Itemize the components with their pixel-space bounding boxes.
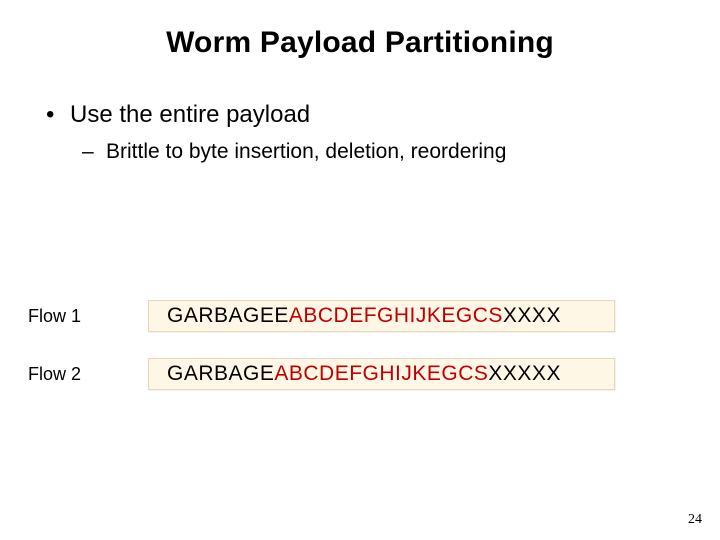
flow-label: Flow 1: [28, 306, 148, 327]
flow-bar: GARBAGEABCDEFGHIJKEGCSXXXXX: [148, 358, 615, 390]
flow-core-text: ABCDEFGHIJKEGCS: [274, 362, 488, 385]
slide-title: Worm Payload Partitioning: [0, 0, 720, 60]
slide: Worm Payload Partitioning Use the entire…: [0, 0, 720, 540]
flow-label: Flow 2: [28, 364, 148, 385]
bullet-list-level1: Use the entire payload Brittle to byte i…: [28, 100, 692, 165]
flow-bar: GARBAGEEABCDEFGHIJKEGCSXXXX: [148, 300, 615, 332]
bullet-level2-item: Brittle to byte insertion, deletion, reo…: [106, 138, 692, 165]
bullet-text: Use the entire payload: [70, 101, 310, 128]
bullet-level1-item: Use the entire payload Brittle to byte i…: [70, 100, 692, 165]
slide-body: Use the entire payload Brittle to byte i…: [0, 60, 720, 165]
page-number: 24: [688, 512, 702, 528]
flows-container: Flow 1 GARBAGEEABCDEFGHIJKEGCSXXXX Flow …: [28, 300, 692, 416]
bullet-text: Brittle to byte insertion, deletion, reo…: [106, 140, 506, 163]
flow-tail-text: XXXXX: [488, 362, 561, 385]
flow-core-text: ABCDEFGHIJKEGCS: [289, 304, 503, 327]
flow-tail-text: XXXX: [503, 304, 561, 327]
flow-row: Flow 2 GARBAGEABCDEFGHIJKEGCSXXXXX: [28, 358, 692, 390]
flow-garbage-text: GARBAGEE: [167, 304, 289, 327]
bullet-list-level2: Brittle to byte insertion, deletion, reo…: [70, 138, 692, 165]
flow-row: Flow 1 GARBAGEEABCDEFGHIJKEGCSXXXX: [28, 300, 692, 332]
flow-garbage-text: GARBAGE: [167, 362, 274, 385]
